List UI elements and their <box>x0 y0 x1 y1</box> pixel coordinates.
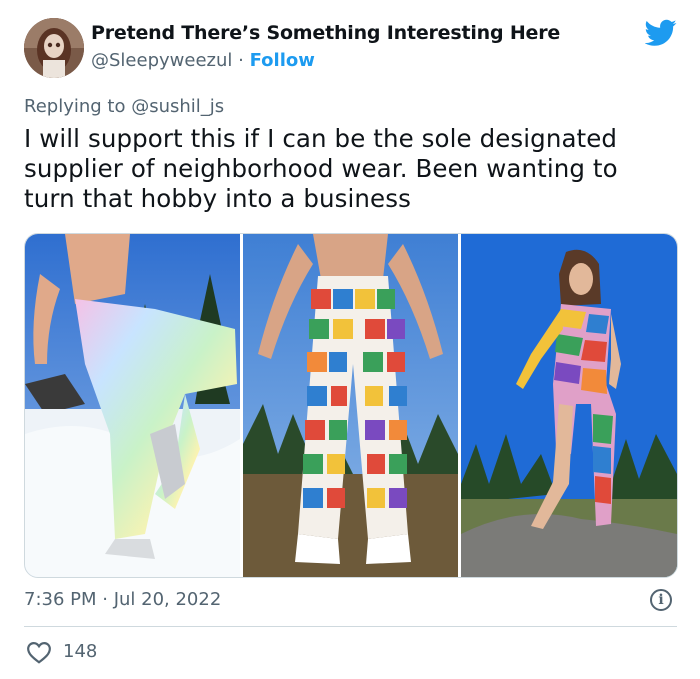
media-photo-3[interactable] <box>461 234 677 577</box>
avatar-image <box>24 18 84 78</box>
tweet-text: I will support this if I can be the sole… <box>24 124 618 213</box>
photo-granny-square-pants <box>243 234 458 577</box>
reply-handle-link[interactable]: @sushil_js <box>131 96 224 117</box>
replying-to-label: Replying to <box>24 96 132 117</box>
divider <box>24 626 677 627</box>
media-photo-1[interactable] <box>25 234 240 577</box>
tweet-timestamp[interactable]: 7:36 PM · Jul 20, 2022 <box>24 589 221 610</box>
like-count: 148 <box>63 641 98 662</box>
twitter-bird-icon[interactable] <box>645 19 677 47</box>
heart-icon[interactable] <box>26 640 52 664</box>
handle-separator: · <box>238 50 244 71</box>
author-name[interactable]: Pretend There’s Something Interesting He… <box>91 22 560 44</box>
media-grid <box>24 233 678 578</box>
author-handle-row: @Sleepyweezul · Follow <box>91 50 315 71</box>
photo-crochet-pants-snow <box>25 234 240 577</box>
photo-patchwork-bodysuit <box>461 234 677 577</box>
media-photo-2[interactable] <box>243 234 458 577</box>
avatar[interactable] <box>24 18 84 78</box>
info-icon[interactable]: i <box>650 589 672 611</box>
replying-to: Replying to @sushil_js <box>24 96 224 117</box>
follow-button[interactable]: Follow <box>250 50 315 71</box>
author-handle[interactable]: @Sleepyweezul <box>91 50 232 71</box>
